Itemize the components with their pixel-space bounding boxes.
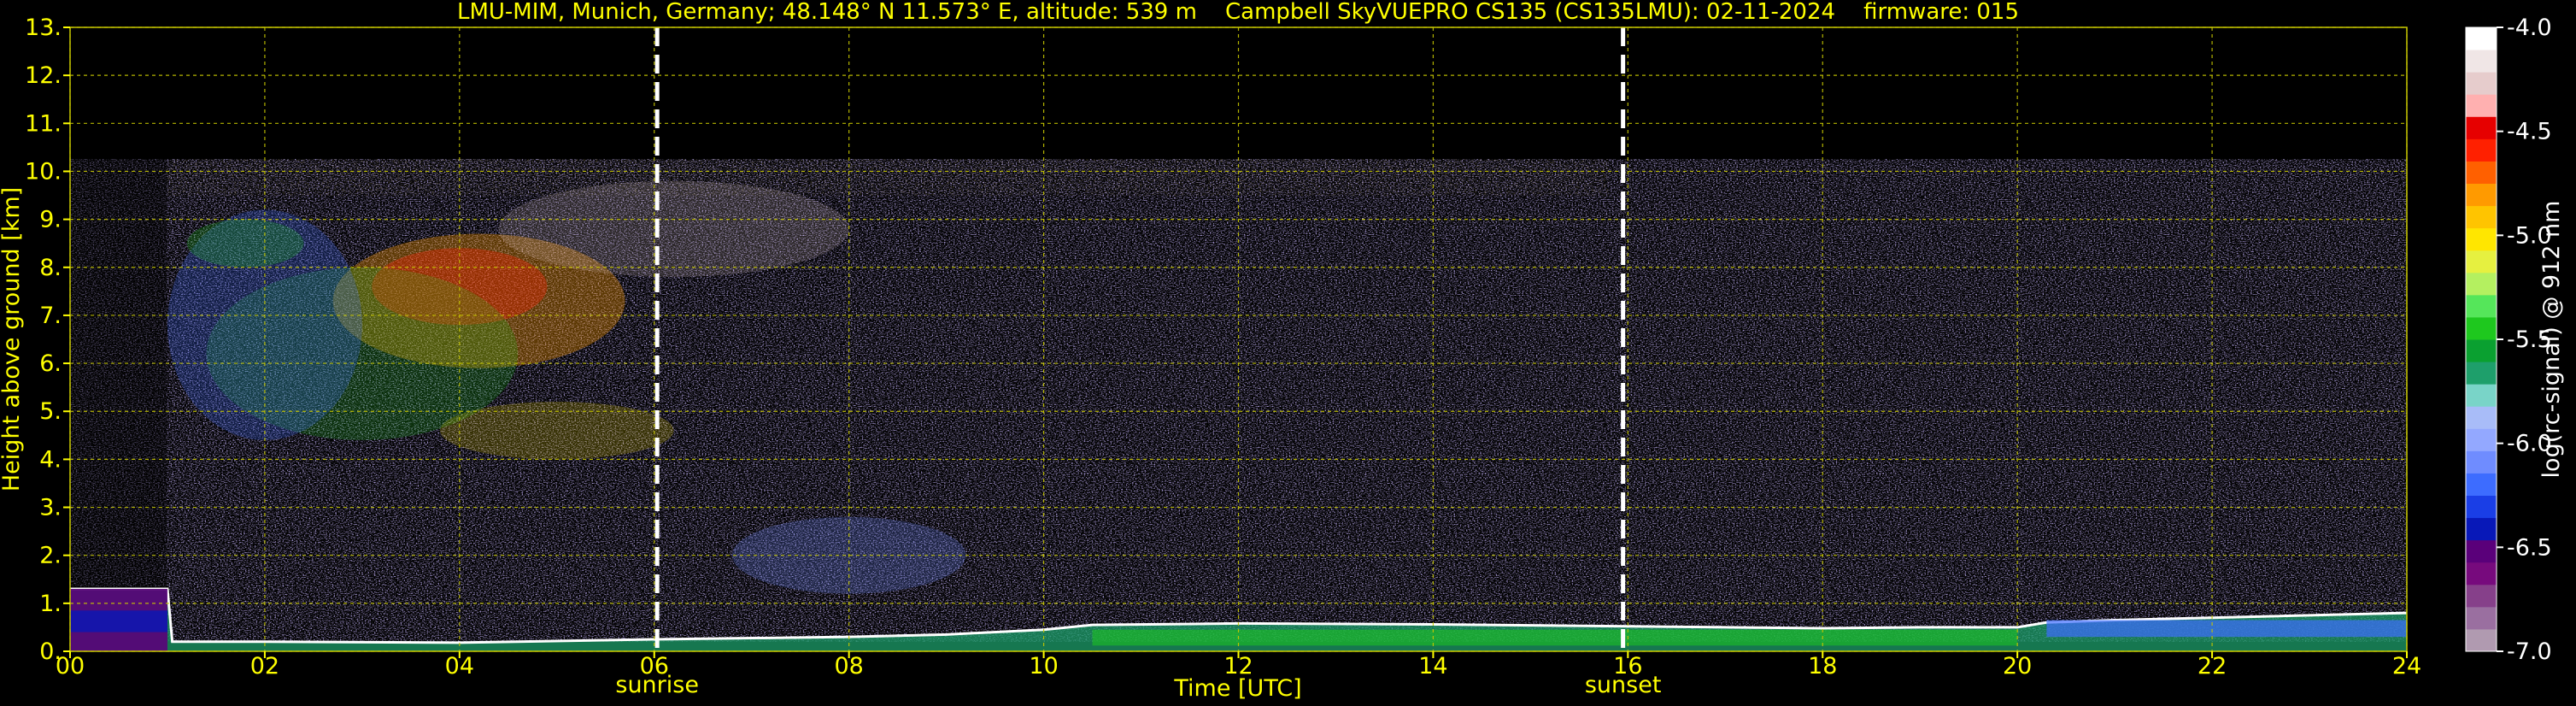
x-tick-label: 20 (2003, 653, 2032, 680)
early-layer-core (70, 610, 167, 632)
colorbar-swatch (2466, 272, 2497, 296)
x-tick-label: 16 (1613, 653, 1642, 680)
y-tick-label: 6. (39, 350, 62, 377)
colorbar-swatch (2466, 473, 2497, 496)
y-tick-label: 2. (39, 543, 62, 569)
colorbar-swatch (2466, 94, 2497, 117)
colorbar-swatch (2466, 495, 2497, 519)
x-axis-label: Time [UTC] (1173, 675, 1301, 702)
y-tick-label: 5. (39, 398, 62, 425)
y-tick-label: 10. (25, 158, 62, 185)
colorbar-swatch (2466, 227, 2497, 251)
colorbar-swatch (2466, 628, 2497, 652)
colorbar-swatch (2466, 138, 2497, 162)
y-tick-label: 8. (39, 255, 62, 281)
y-tick-label: 11. (25, 110, 62, 137)
cloud-feature (440, 402, 674, 460)
ceilometer-chart: sunrise sunset 00 02 04 06 08 10 12 14 16 18 20 22 24… (0, 0, 2565, 702)
y-tick-label: 3. (39, 495, 62, 521)
colorbar-swatch (2466, 161, 2497, 184)
colorbar-swatch (2466, 250, 2497, 274)
cloud-feature (186, 219, 304, 268)
y-tick-label: 1. (39, 591, 62, 617)
x-tick-label: 08 (834, 653, 863, 680)
y-tick-label: 0. (39, 638, 62, 665)
x-tick-label: 22 (2198, 653, 2227, 680)
colorbar-swatch (2466, 384, 2497, 407)
cirrus-top (167, 159, 1609, 196)
y-axis-label: Height above ground [km] (0, 187, 25, 491)
colorbar-swatch (2466, 562, 2497, 585)
y-tick-label: 12. (25, 62, 62, 89)
y-axis-ticks: 0. 1. 2. 3. 4. 5. 6. 7. 8. 9. 10. 11. 12. 13. (25, 15, 70, 665)
colorbar-swatch (2466, 450, 2497, 474)
colorbar-swatch (2466, 316, 2497, 340)
y-tick-label: 7. (39, 303, 62, 329)
x-tick-label: 14 (1418, 653, 1447, 680)
colorbar-swatch (2466, 606, 2497, 630)
colorbar-swatch (2466, 362, 2497, 385)
surface-layer (1092, 629, 2018, 646)
colorbar-swatch (2466, 406, 2497, 429)
y-tick-label: 4. (39, 446, 62, 473)
evening-layer (2046, 620, 2407, 638)
colorbar-swatch (2466, 50, 2497, 73)
colorbar-swatch (2466, 183, 2497, 207)
colorbar-tick-label: -4.0 (2507, 15, 2552, 41)
colorbar-swatch (2466, 539, 2497, 563)
colorbar-swatch (2466, 72, 2497, 95)
chart-title: LMU-MIM, Munich, Germany; 48.148° N 11.5… (457, 0, 2019, 25)
x-tick-label: 06 (640, 653, 669, 680)
colorbar-swatch (2466, 116, 2497, 139)
x-tick-label: 02 (250, 653, 279, 680)
colorbar-label: log(rc-signal) @ 912 nm (2538, 201, 2565, 479)
x-tick-label: 18 (1808, 653, 1837, 680)
colorbar-tick-label: -7.0 (2507, 638, 2552, 665)
colorbar-swatch (2466, 428, 2497, 451)
colorbar-swatch (2466, 205, 2497, 229)
colorbar-tick-label: -4.5 (2507, 119, 2552, 145)
colorbar-swatch (2466, 294, 2497, 318)
y-tick-label: 9. (39, 207, 62, 233)
colorbar-swatch (2466, 27, 2497, 50)
colorbar-swatch (2466, 584, 2497, 608)
x-tick-label: 04 (445, 653, 474, 680)
noise-field-early (70, 159, 167, 587)
x-tick-label: 24 (2392, 653, 2421, 680)
y-tick-label: 13. (25, 15, 62, 41)
colorbar-tick-label: -6.5 (2507, 534, 2552, 561)
colorbar-swatch (2466, 517, 2497, 541)
colorbar-swatch (2466, 339, 2497, 362)
x-tick-label: 10 (1029, 653, 1058, 680)
